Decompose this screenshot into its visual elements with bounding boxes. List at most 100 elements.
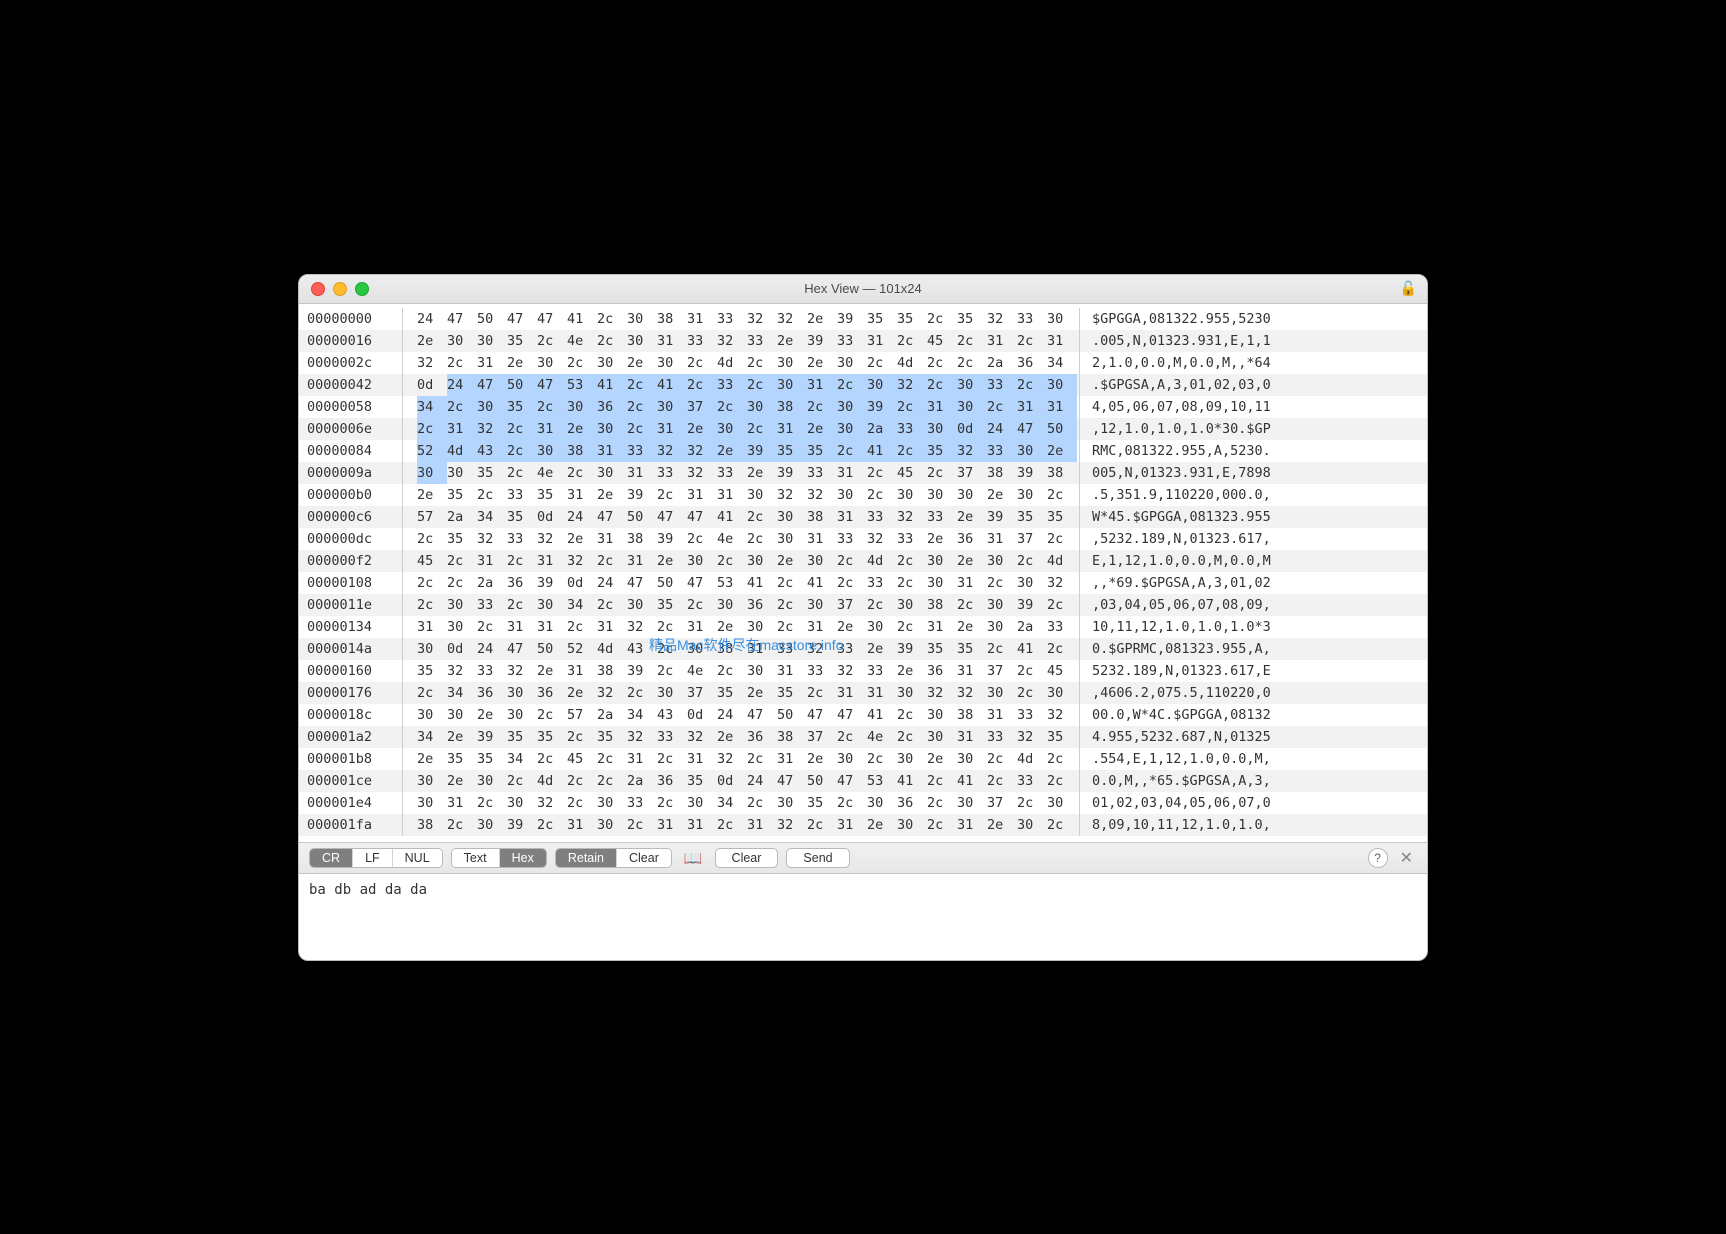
hex-bytes[interactable]: 30312c30322c30332c30342c30352c30362c3037…: [407, 792, 1077, 814]
byte[interactable]: 2c: [657, 484, 687, 506]
byte[interactable]: 31: [987, 330, 1017, 352]
byte[interactable]: 30: [747, 616, 777, 638]
byte[interactable]: 30: [777, 528, 807, 550]
byte[interactable]: 2c: [1017, 374, 1047, 396]
byte[interactable]: 2c: [447, 572, 477, 594]
byte[interactable]: 2c: [927, 792, 957, 814]
byte[interactable]: 4d: [1017, 748, 1047, 770]
byte[interactable]: 2c: [417, 528, 447, 550]
hex-bytes[interactable]: 2c343630362e322c3037352e352c313130323230…: [407, 682, 1077, 704]
byte[interactable]: 2c: [657, 638, 687, 660]
byte[interactable]: 0d: [687, 704, 717, 726]
hex-row[interactable]: 000000dc2c353233322e3138392c4e2c30313332…: [299, 528, 1427, 550]
byte[interactable]: 35: [1047, 726, 1077, 748]
byte[interactable]: 31: [807, 528, 837, 550]
byte[interactable]: 31: [777, 748, 807, 770]
hex-row[interactable]: 000001fa382c30392c31302c31312c31322c312e…: [299, 814, 1427, 836]
byte[interactable]: 2c: [717, 660, 747, 682]
byte[interactable]: 31: [837, 814, 867, 836]
byte[interactable]: 2c: [717, 550, 747, 572]
byte[interactable]: 30: [927, 550, 957, 572]
byte[interactable]: 30: [447, 462, 477, 484]
byte[interactable]: 2e: [747, 462, 777, 484]
byte[interactable]: 32: [987, 308, 1017, 330]
byte[interactable]: 34: [417, 726, 447, 748]
byte[interactable]: 2c: [867, 462, 897, 484]
byte[interactable]: 53: [867, 770, 897, 792]
byte[interactable]: 30: [447, 330, 477, 352]
byte[interactable]: 4e: [567, 330, 597, 352]
byte[interactable]: 33: [777, 638, 807, 660]
byte[interactable]: 30: [747, 660, 777, 682]
byte[interactable]: 47: [507, 308, 537, 330]
byte[interactable]: 2c: [507, 462, 537, 484]
byte[interactable]: 30: [897, 748, 927, 770]
byte[interactable]: 2a: [627, 770, 657, 792]
ascii-cell[interactable]: 4,05,06,07,08,09,10,11: [1086, 396, 1279, 418]
byte[interactable]: 2e: [957, 550, 987, 572]
byte[interactable]: 32: [417, 352, 447, 374]
byte[interactable]: 2c: [897, 396, 927, 418]
hex-row[interactable]: 000000162e3030352c4e2c30313332332e393331…: [299, 330, 1427, 352]
byte[interactable]: 31: [957, 572, 987, 594]
byte[interactable]: 2c: [807, 682, 837, 704]
byte[interactable]: 36: [1017, 352, 1047, 374]
byte[interactable]: 2c: [687, 528, 717, 550]
byte[interactable]: 30: [447, 616, 477, 638]
byte[interactable]: 35: [537, 484, 567, 506]
byte[interactable]: 32: [1017, 726, 1047, 748]
byte[interactable]: 31: [627, 462, 657, 484]
byte[interactable]: 30: [777, 792, 807, 814]
byte[interactable]: 2c: [627, 814, 657, 836]
byte[interactable]: 35: [507, 396, 537, 418]
byte[interactable]: 30: [957, 792, 987, 814]
ascii-cell[interactable]: E,1,12,1.0,0.0,M,0.0,M: [1086, 550, 1279, 572]
byte[interactable]: 2c: [897, 572, 927, 594]
byte[interactable]: 32: [537, 792, 567, 814]
ascii-cell[interactable]: ,5232.189,N,01323.617,: [1086, 528, 1279, 550]
hex-row[interactable]: 000001082c2c2a36390d2447504753412c412c33…: [299, 572, 1427, 594]
byte[interactable]: 2e: [897, 660, 927, 682]
byte[interactable]: 35: [657, 594, 687, 616]
byte[interactable]: 31: [1017, 396, 1047, 418]
byte[interactable]: 43: [657, 704, 687, 726]
byte[interactable]: 32: [807, 638, 837, 660]
byte[interactable]: 37: [957, 462, 987, 484]
byte[interactable]: 32: [597, 682, 627, 704]
byte[interactable]: 33: [657, 462, 687, 484]
byte[interactable]: 2e: [867, 814, 897, 836]
hex-row[interactable]: 00000160353233322e3138392c4e2c3031333233…: [299, 660, 1427, 682]
byte[interactable]: 2c: [747, 792, 777, 814]
byte[interactable]: 2c: [927, 374, 957, 396]
hex-row[interactable]: 000001a2342e3935352c353233322e3638372c4e…: [299, 726, 1427, 748]
byte[interactable]: 30: [477, 814, 507, 836]
byte[interactable]: 36: [927, 660, 957, 682]
byte[interactable]: 30: [1047, 374, 1077, 396]
byte[interactable]: 2a: [867, 418, 897, 440]
ascii-cell[interactable]: ,4606.2,075.5,110220,0: [1086, 682, 1279, 704]
byte[interactable]: 39: [537, 572, 567, 594]
hex-input-field[interactable]: ba db ad da da: [299, 874, 1427, 960]
byte[interactable]: 31: [927, 396, 957, 418]
byte[interactable]: 31: [627, 748, 657, 770]
byte[interactable]: 30: [567, 396, 597, 418]
byte[interactable]: 30: [537, 352, 567, 374]
byte[interactable]: 41: [1017, 638, 1047, 660]
byte[interactable]: 30: [477, 770, 507, 792]
byte[interactable]: 30: [417, 770, 447, 792]
byte[interactable]: 47: [537, 374, 567, 396]
byte[interactable]: 30: [897, 594, 927, 616]
hex-row[interactable]: 000000f2452c312c31322c312e302c302e302c4d…: [299, 550, 1427, 572]
byte[interactable]: 2e: [687, 418, 717, 440]
byte[interactable]: 32: [687, 440, 717, 462]
byte[interactable]: 2c: [747, 352, 777, 374]
byte[interactable]: 2c: [1047, 814, 1077, 836]
byte[interactable]: 34: [627, 704, 657, 726]
byte[interactable]: 31: [687, 748, 717, 770]
byte[interactable]: 30: [417, 462, 447, 484]
byte[interactable]: 31: [747, 638, 777, 660]
titlebar[interactable]: Hex View — 101x24 🔓: [299, 275, 1427, 304]
byte[interactable]: 33: [837, 638, 867, 660]
byte[interactable]: 2c: [567, 462, 597, 484]
byte[interactable]: 31: [777, 660, 807, 682]
